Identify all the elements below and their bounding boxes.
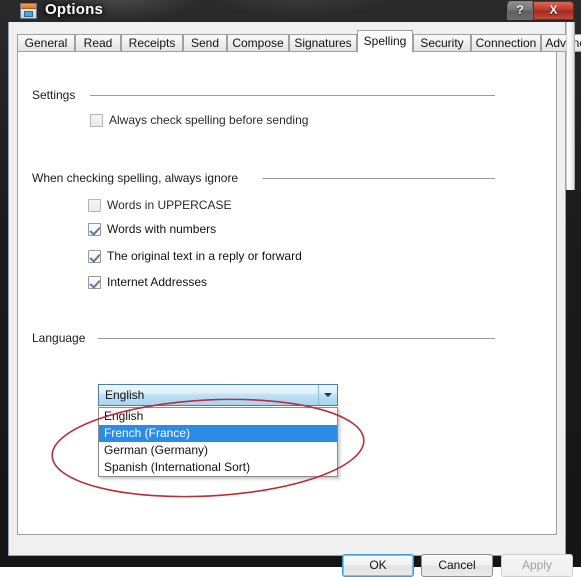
group-separator-1 [262, 178, 495, 179]
checkbox-label: Words with numbers [107, 222, 217, 236]
group-separator-2 [98, 338, 495, 339]
apply-button: Apply [501, 554, 573, 577]
language-dropdown-list[interactable]: English French (France) German (Germany) Sp… [98, 407, 338, 477]
dropdown-option-3[interactable]: Spanish (International Sort) [99, 459, 337, 476]
help-button[interactable]: ? [507, 1, 533, 20]
language-combobox-value: English [105, 388, 145, 402]
tab-connection[interactable]: Connection [471, 34, 541, 52]
dropdown-option-0[interactable]: English [99, 408, 337, 425]
dialog-client-area: General Read Receipts Send Compose Signatures… [8, 22, 581, 577]
spelling-tab-page: Settings When checking spelling, always i… [17, 51, 557, 535]
group-label-0: Settings [32, 88, 76, 102]
checkbox-checked-icon[interactable] [88, 223, 101, 236]
options-window-icon [20, 3, 37, 19]
tab-compose[interactable]: Compose [227, 34, 289, 52]
tab-security[interactable]: Security [413, 34, 471, 52]
options-dialog-window: Options ? X General Read Receipts Send Compo… [0, 0, 581, 577]
tab-strip: General Read Receipts Send Compose Signatures… [9, 30, 581, 53]
dropdown-option-1[interactable]: French (France) [99, 425, 337, 442]
tab-receipts[interactable]: Receipts [121, 34, 183, 52]
title-bar: Options ? X [0, 0, 581, 22]
tab-read[interactable]: Read [75, 34, 121, 52]
checkbox-label: Always check spelling before sending [109, 113, 309, 127]
checkbox-label: Words in UPPERCASE [107, 198, 232, 212]
window-edge-scrollbar[interactable] [566, 22, 575, 190]
group-label-1: When checking spelling, always ignore [32, 171, 239, 185]
tab-send[interactable]: Send [183, 34, 227, 52]
icon-envelope-shape [24, 11, 33, 17]
tab-general[interactable]: General [17, 34, 75, 52]
dropdown-option-2[interactable]: German (Germany) [99, 442, 337, 459]
icon-top-bar [21, 4, 36, 9]
language-combobox[interactable]: English [98, 384, 338, 406]
tab-advanced[interactable]: Advanced [541, 34, 581, 52]
checkbox-unchecked-icon[interactable] [88, 199, 101, 212]
window-title: Options [45, 1, 104, 18]
checkbox-checked-icon[interactable] [88, 276, 101, 289]
group-label-2: Language [32, 331, 86, 345]
cancel-button[interactable]: Cancel [421, 554, 493, 577]
ok-button[interactable]: OK [342, 554, 414, 577]
chevron-down-icon[interactable] [318, 385, 337, 405]
close-button[interactable]: X [533, 1, 574, 20]
checkbox-unchecked-icon[interactable] [90, 114, 103, 127]
checkbox-label: The original text in a reply or forward [107, 249, 302, 263]
checkbox-label: Internet Addresses [107, 275, 208, 289]
group-separator-0 [90, 95, 495, 96]
tab-spelling[interactable]: Spelling [357, 30, 413, 53]
tab-signatures[interactable]: Signatures [289, 34, 357, 52]
checkbox-checked-icon[interactable] [88, 250, 101, 263]
